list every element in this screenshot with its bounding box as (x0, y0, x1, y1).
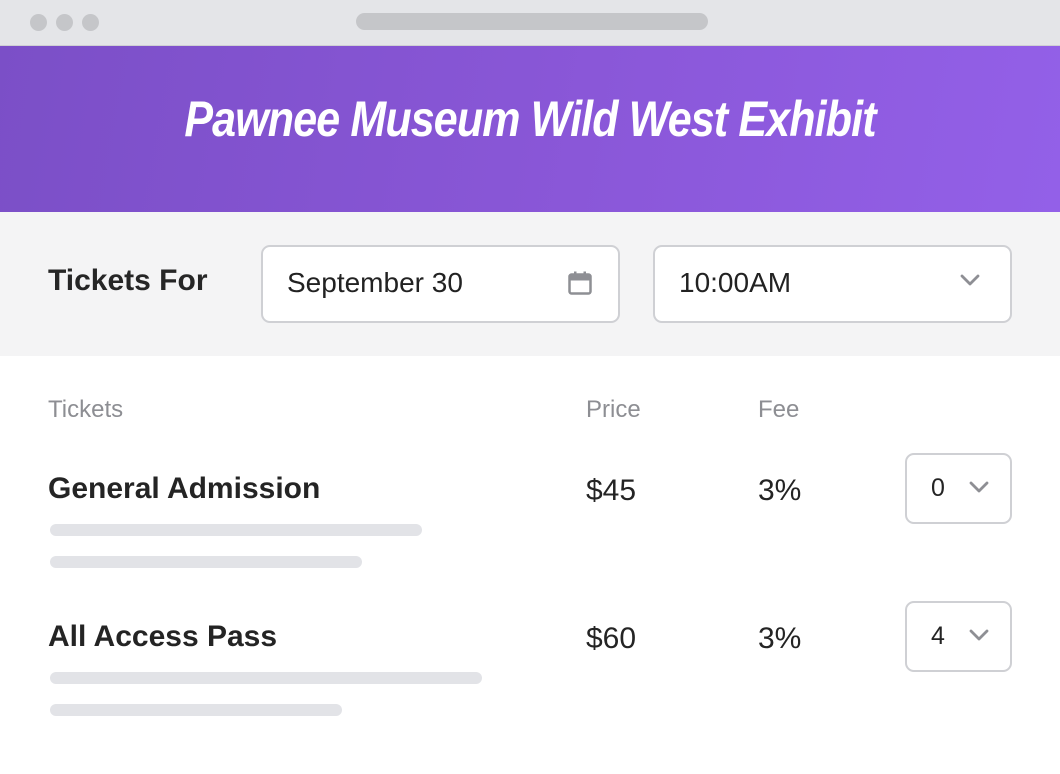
description-placeholder-line (50, 672, 482, 684)
quantity-value: 4 (931, 622, 945, 650)
column-header-tickets: Tickets (48, 396, 124, 423)
ticket-price: $60 (586, 622, 637, 655)
window-close-dot[interactable] (30, 14, 47, 31)
quantity-value: 0 (931, 474, 945, 502)
date-value: September 30 (287, 267, 463, 298)
window-minimize-dot[interactable] (56, 14, 73, 31)
ticket-name: General Admission (48, 472, 321, 505)
column-header-price: Price (586, 396, 641, 423)
ticket-filter-bar: Tickets For September 30 10:00AM (0, 212, 1060, 356)
description-placeholder-line (50, 524, 422, 536)
description-placeholder-line (50, 556, 362, 568)
tickets-for-label: Tickets For (48, 264, 208, 297)
chevron-down-icon (969, 480, 989, 499)
description-placeholder-line (50, 704, 342, 716)
date-picker[interactable]: September 30 (261, 245, 620, 323)
ticket-fee: 3% (758, 474, 802, 507)
ticket-price: $45 (586, 474, 637, 507)
header-banner: Pawnee Museum Wild West Exhibit (0, 46, 1060, 212)
quantity-select[interactable]: 0 (905, 453, 1012, 524)
browser-chrome (0, 0, 1060, 46)
quantity-select[interactable]: 4 (905, 601, 1012, 672)
chevron-down-icon (960, 273, 980, 292)
time-value: 10:00AM (679, 267, 792, 298)
column-header-fee: Fee (758, 396, 800, 423)
calendar-icon (568, 271, 592, 300)
ticket-name: All Access Pass (48, 620, 278, 653)
address-bar[interactable] (356, 13, 708, 30)
ticket-fee: 3% (758, 622, 802, 655)
time-select[interactable]: 10:00AM (653, 245, 1012, 323)
page-title: Pawnee Museum Wild West Exhibit (184, 91, 876, 147)
chevron-down-icon (969, 628, 989, 647)
window-maximize-dot[interactable] (82, 14, 99, 31)
